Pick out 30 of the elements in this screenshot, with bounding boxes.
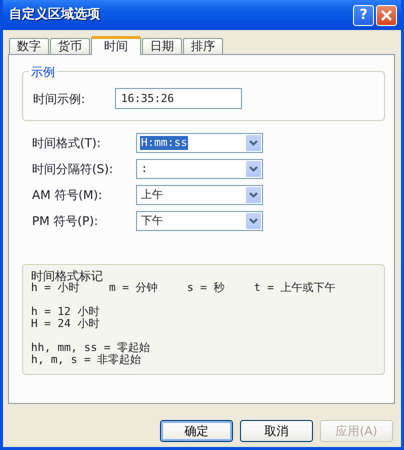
time-sample-field: 16:35:26 [115, 88, 242, 109]
close-icon [381, 10, 392, 20]
dialog-button[interactable]: 取消 [240, 420, 313, 442]
tab[interactable]: 日期 [142, 38, 182, 54]
close-button[interactable] [376, 4, 397, 26]
tab[interactable]: 时间 [91, 36, 141, 55]
field-label: PM 符号(P): [32, 213, 100, 230]
field-label: AM 符号(M): [32, 187, 104, 204]
window-title: 自定义区域选项 [9, 6, 101, 24]
legend-text: h = 小时 [31, 282, 80, 294]
help-button[interactable]: ? [353, 4, 374, 26]
field-label: 时间示例: [33, 90, 86, 108]
dropdown-field[interactable]: 下午 [136, 211, 263, 231]
legend-text: H = 24 小时 [31, 318, 100, 330]
field-label: 时间格式(T): [32, 135, 102, 152]
legend-text: s = 秒 [187, 282, 226, 294]
tab[interactable]: 排序 [183, 38, 223, 54]
legend-title: 时间格式标记 [31, 270, 104, 282]
dialog-button[interactable]: 确定 [160, 420, 233, 442]
legend-text: t = 上午或下午 [254, 282, 336, 294]
dropdown-field[interactable]: 上午 [136, 185, 263, 205]
legend-text: h = 12 小时 [31, 306, 100, 318]
field-label: 时间分隔符(S): [32, 161, 114, 178]
legend-text: h, m, s = 非零起始 [31, 354, 142, 366]
legend-text: hh, mm, ss = 零起始 [31, 342, 152, 354]
dropdown-field[interactable]: : [136, 159, 263, 179]
legend-text: m = 分钟 [109, 282, 158, 294]
tab[interactable]: 货币 [50, 38, 90, 54]
dropdown-field[interactable]: H:mm:ss [136, 133, 263, 153]
tab[interactable]: 数字 [9, 38, 49, 54]
